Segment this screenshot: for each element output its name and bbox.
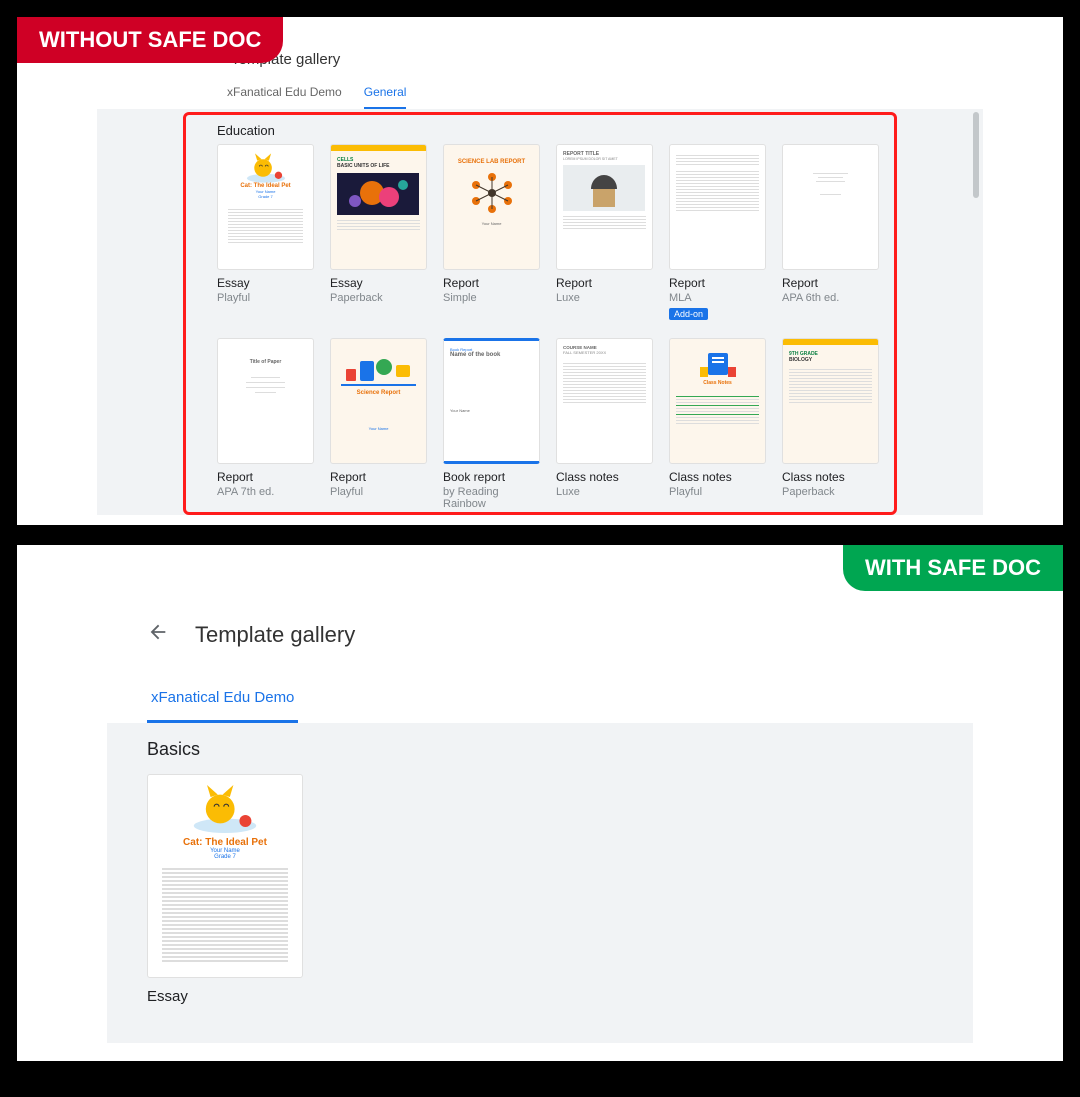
tab-xfanatical[interactable]: xFanatical Edu Demo [147,679,298,723]
section-title: Basics [147,739,933,760]
template-name: Essay [147,988,303,1005]
thumb-title: Science Report [331,390,426,396]
template-thumbnail[interactable]: Title of Paper [217,338,314,464]
thumb-title: SCIENCE LAB REPORT [444,145,539,165]
thumb-title: Class Notes [670,380,765,386]
template-thumbnail[interactable]: 9TH GRADE BIOLOGY [782,338,879,464]
template-thumbnail[interactable] [782,144,879,270]
panel-with-safedoc: WITH SAFE DOC Template gallery xFanatica… [17,545,1063,1061]
tab-general[interactable]: General [364,79,407,109]
template-card: Cat: The Ideal Pet Your Name Grade 7 Ess… [147,774,303,1005]
template-thumbnail[interactable]: CELLS BASIC UNITS OF LIFE [330,144,427,270]
thumb-sub: FALL SEMESTER 20XX [563,350,646,355]
template-thumbnail[interactable]: REPORT TITLE LOREM IPSUM DOLOR SIT AMET [556,144,653,270]
top-gallery: Template gallery xFanatical Edu Demo Gen… [97,39,983,515]
template-thumbnail[interactable]: Book Report Name of the book Your Name [443,338,540,464]
gallery-header: Template gallery [107,615,973,655]
template-area: Education Cat: The Ideal Pet Your Name G… [97,109,983,515]
back-arrow-icon[interactable] [147,621,169,649]
thumb-title2: BASIC UNITS OF LIFE [337,163,420,169]
thumb-title: Name of the book [450,352,533,358]
gallery-tabs: xFanatical Edu Demo [107,655,973,723]
panel-without-safedoc: WITHOUT SAFE DOC Template gallery xFanat… [17,17,1063,525]
gallery-tabs: xFanatical Edu Demo General [97,79,983,109]
template-thumbnail[interactable]: Cat: The Ideal Pet Your Name Grade 7 [217,144,314,270]
badge-without: WITHOUT SAFE DOC [17,17,283,63]
thumb-title2: BIOLOGY [789,357,872,363]
template-thumbnail[interactable]: SCIENCE LAB REPORT Your Name [443,144,540,270]
template-thumbnail[interactable]: Science Report Your Name [330,338,427,464]
thumb-sub2: Grade 7 [218,194,313,199]
tab-xfanatical[interactable]: xFanatical Edu Demo [227,79,342,109]
thumb-sub: LOREM IPSUM DOLOR SIT AMET [563,157,646,161]
template-thumbnail[interactable]: Cat: The Ideal Pet Your Name Grade 7 [147,774,303,978]
template-thumbnail[interactable]: COURSE NAME FALL SEMESTER 20XX [556,338,653,464]
thumb-title: Cat: The Ideal Pet [148,837,302,848]
template-area: Basics Cat: The Ideal Pet Your Name Grad… [107,723,973,1043]
template-thumbnail[interactable] [669,144,766,270]
template-thumbnail[interactable]: Class Notes [669,338,766,464]
scrollbar[interactable] [973,112,979,198]
bottom-gallery: Template gallery xFanatical Edu Demo Bas… [107,615,973,1051]
gallery-title: Template gallery [195,622,355,648]
badge-with: WITH SAFE DOC [843,545,1063,591]
